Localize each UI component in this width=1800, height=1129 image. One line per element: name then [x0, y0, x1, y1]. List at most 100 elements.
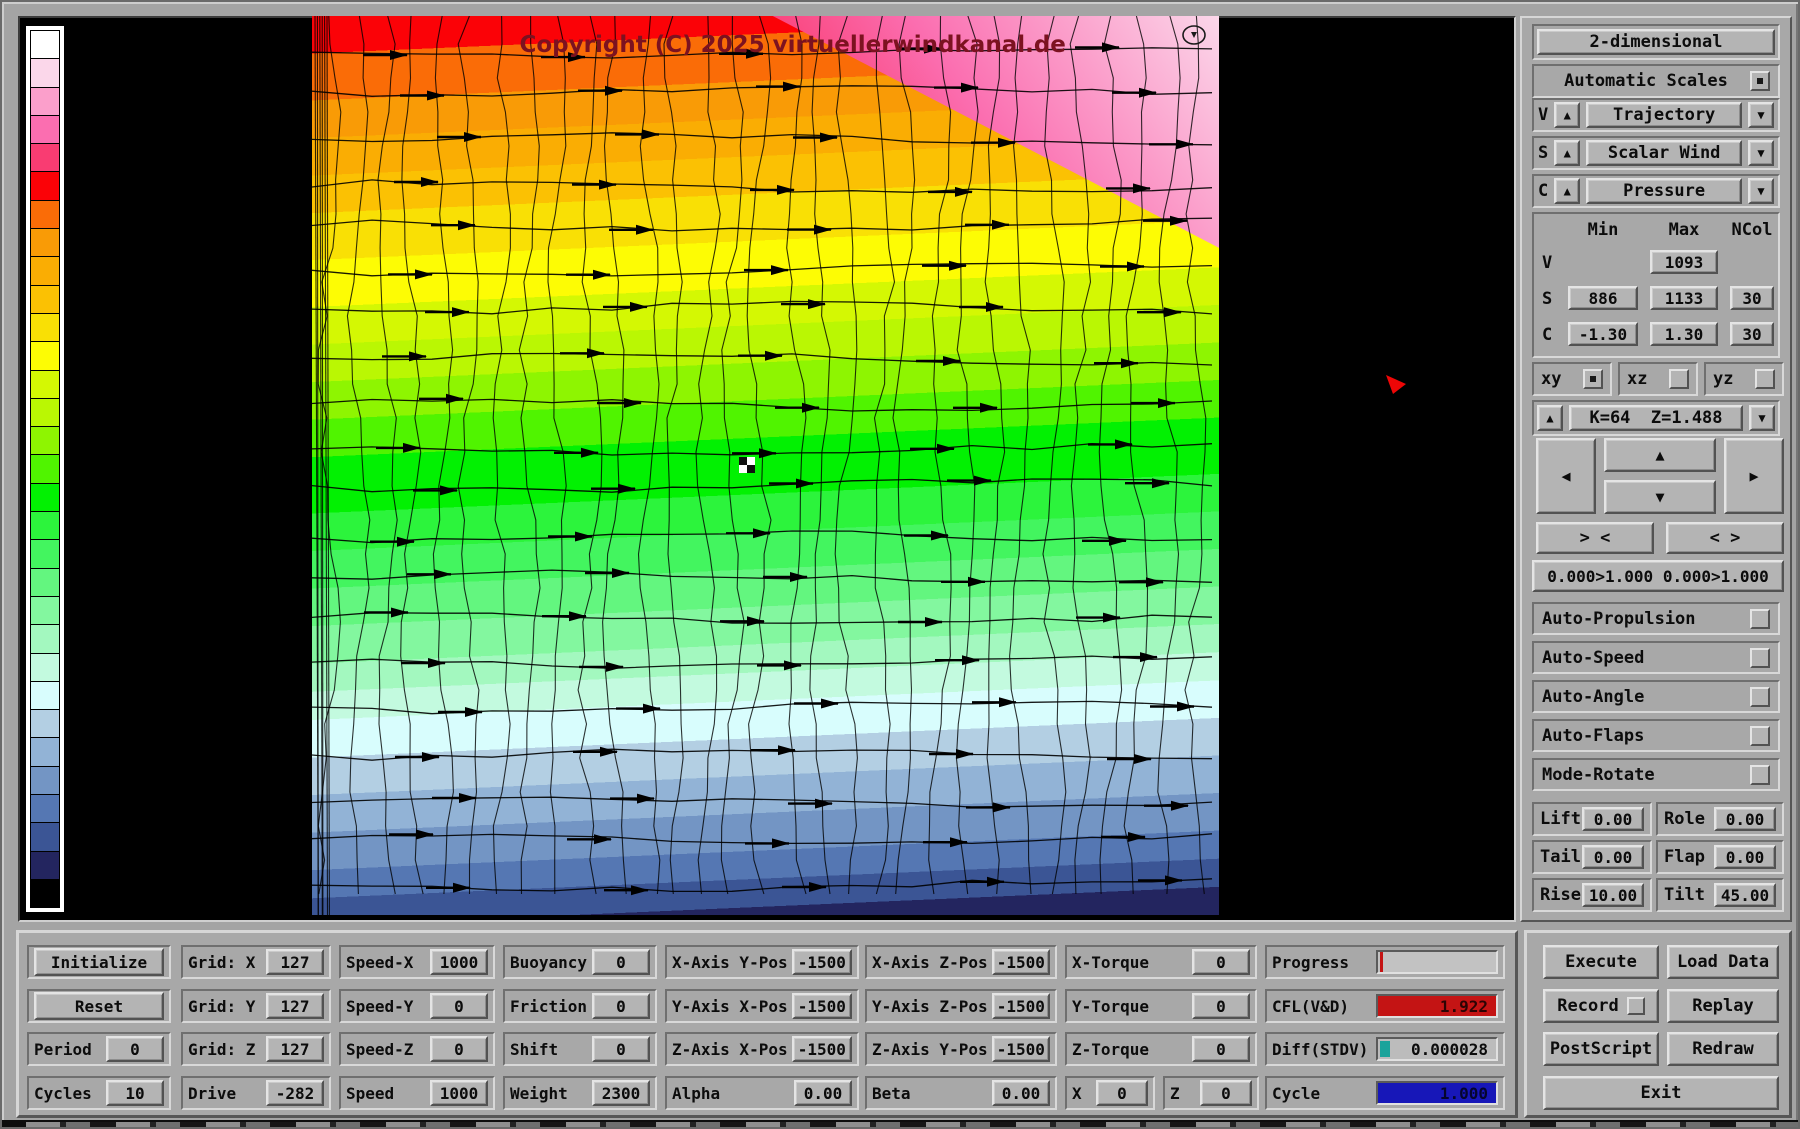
toggle-auto-angle[interactable]: Auto-Angle	[1532, 680, 1780, 713]
status-label: Cycle	[1272, 1084, 1320, 1103]
scale-c-max-field[interactable]: 1.30	[1650, 322, 1718, 346]
record-button[interactable]: Record	[1543, 989, 1659, 1023]
color-swatch	[30, 285, 60, 313]
toggle-box[interactable]	[1750, 687, 1770, 707]
execute-button[interactable]: Execute	[1543, 945, 1659, 979]
param-value-field[interactable]: 0	[430, 993, 488, 1019]
selector-up-button[interactable]: ▲	[1554, 140, 1580, 166]
value-label: Role	[1664, 809, 1705, 829]
plane-toggle-xy[interactable]: xy	[1532, 362, 1612, 396]
plane-toggle-box[interactable]	[1583, 369, 1603, 389]
window-bottom-strip	[2, 1120, 1800, 1129]
param-y-torque: Y-Torque0	[1065, 989, 1257, 1023]
scale-s-ncol-field[interactable]: 30	[1730, 286, 1774, 310]
param-value-field[interactable]: 0	[592, 949, 650, 975]
color-swatch	[30, 539, 60, 567]
param-value-field[interactable]: 0.00	[992, 1080, 1050, 1106]
selector-down-button[interactable]: ▼	[1748, 178, 1774, 204]
toggle-box[interactable]	[1750, 609, 1770, 629]
param-value-field[interactable]: 1000	[430, 1080, 488, 1106]
plane-toggle-xz[interactable]: xz	[1618, 362, 1698, 396]
plane-toggle-yz[interactable]: yz	[1704, 362, 1784, 396]
load-data-button[interactable]: Load Data	[1667, 945, 1779, 979]
toggle-box[interactable]	[1750, 765, 1770, 785]
toggle-auto-propulsion[interactable]: Auto-Propulsion	[1532, 602, 1780, 635]
plane-toggle-box[interactable]	[1669, 369, 1689, 389]
replay-button[interactable]: Replay	[1667, 989, 1779, 1023]
selector-value[interactable]: Pressure	[1586, 178, 1742, 204]
param-value-field[interactable]: 1000	[430, 949, 488, 975]
slice-up-button[interactable]: ▲	[1537, 405, 1563, 431]
selector-up-button[interactable]: ▲	[1554, 102, 1580, 128]
auto-scales-toggle[interactable]	[1750, 71, 1770, 91]
dimension-mode-button[interactable]: 2-dimensional	[1537, 29, 1775, 55]
param-cycles: Cycles10	[27, 1076, 171, 1110]
slice-down-button[interactable]: ▼	[1749, 405, 1775, 431]
param-value-field[interactable]: 0	[1192, 1036, 1250, 1062]
toggle-auto-flaps[interactable]: Auto-Flaps	[1532, 719, 1780, 752]
param-value-field[interactable]: 127	[266, 993, 324, 1019]
action-button[interactable]: Initialize	[34, 948, 164, 976]
param-value-field[interactable]: -1500	[792, 1036, 852, 1062]
selector-down-button[interactable]: ▼	[1748, 140, 1774, 166]
toggle-mode-rotate[interactable]: Mode-Rotate	[1532, 758, 1780, 791]
pan-right-button[interactable]: ▶	[1724, 438, 1784, 514]
toggle-dot	[1590, 376, 1596, 382]
value-field[interactable]: 0.00	[1582, 845, 1644, 869]
value-field[interactable]: 10.00	[1582, 883, 1644, 907]
redraw-button[interactable]: Redraw	[1667, 1032, 1779, 1066]
param-value-field[interactable]: 0	[1200, 1080, 1252, 1106]
pan-down-button[interactable]: ▼	[1604, 480, 1716, 514]
param-value-field[interactable]: 0.00	[794, 1080, 852, 1106]
postscript-button[interactable]: PostScript	[1543, 1032, 1659, 1066]
param-value-field[interactable]: 0	[106, 1036, 164, 1062]
param-value-field[interactable]: -1500	[792, 993, 852, 1019]
param-value-field[interactable]: 0	[1192, 993, 1250, 1019]
param-value-field[interactable]: 2300	[592, 1080, 650, 1106]
exit-button[interactable]: Exit	[1543, 1076, 1779, 1110]
param-value-field[interactable]: 0	[592, 993, 650, 1019]
zoom-out-button[interactable]: < >	[1666, 522, 1784, 554]
action-button[interactable]: Reset	[34, 992, 164, 1020]
plane-toggle-box[interactable]	[1755, 369, 1775, 389]
status-bar-diff: 0.000028	[1376, 1037, 1498, 1061]
param-label: Y-Axis X-Pos	[672, 997, 788, 1016]
plane-toggle-label: xz	[1627, 369, 1647, 389]
selector-up-button[interactable]: ▲	[1554, 178, 1580, 204]
param-value-field[interactable]: 127	[266, 949, 324, 975]
selector-value[interactable]: Trajectory	[1586, 102, 1742, 128]
param-value-field[interactable]: 0	[1096, 1080, 1148, 1106]
value-field[interactable]: 0.00	[1714, 807, 1776, 831]
param-value-field[interactable]: 127	[266, 1036, 324, 1062]
param-value-field[interactable]: 0	[592, 1036, 650, 1062]
toggle-box[interactable]	[1750, 726, 1770, 746]
toggle-auto-speed[interactable]: Auto-Speed	[1532, 641, 1780, 674]
scale-row-prefix: V	[1542, 253, 1552, 273]
value-field[interactable]: 0.00	[1582, 807, 1644, 831]
param-value-field[interactable]: -1500	[792, 949, 852, 975]
pan-up-button[interactable]: ▲	[1604, 438, 1716, 472]
flow-field-view[interactable]: Copyright (C) 2025 virtuellerwindkanal.d…	[312, 16, 1219, 915]
param-value-field[interactable]: -1500	[992, 993, 1050, 1019]
pan-left-button[interactable]: ◀	[1536, 438, 1596, 514]
scale-v-max-field[interactable]: 1093	[1650, 250, 1718, 274]
scale-c-min-field[interactable]: -1.30	[1568, 322, 1638, 346]
param-value-field[interactable]: 10	[106, 1080, 164, 1106]
selector-down-button[interactable]: ▼	[1748, 102, 1774, 128]
toggle-box[interactable]	[1750, 648, 1770, 668]
selector-value[interactable]: Scalar Wind	[1586, 140, 1742, 166]
scale-s-min-field[interactable]: 886	[1568, 286, 1638, 310]
param-value-field[interactable]: -1500	[992, 949, 1050, 975]
param-value-field[interactable]: -282	[266, 1080, 324, 1106]
scale-s-max-field[interactable]: 1133	[1650, 286, 1718, 310]
param-label: Z-Axis Y-Pos	[872, 1040, 988, 1059]
value-field[interactable]: 0.00	[1714, 845, 1776, 869]
param-value-field[interactable]: 0	[1192, 949, 1250, 975]
param-value-field[interactable]: -1500	[992, 1036, 1050, 1062]
value-field[interactable]: 45.00	[1714, 883, 1776, 907]
zoom-in-button[interactable]: > <	[1536, 522, 1654, 554]
record-toggle[interactable]	[1627, 997, 1645, 1015]
param-value-field[interactable]: 0	[430, 1036, 488, 1062]
color-swatch	[30, 794, 60, 822]
scale-c-ncol-field[interactable]: 30	[1730, 322, 1774, 346]
